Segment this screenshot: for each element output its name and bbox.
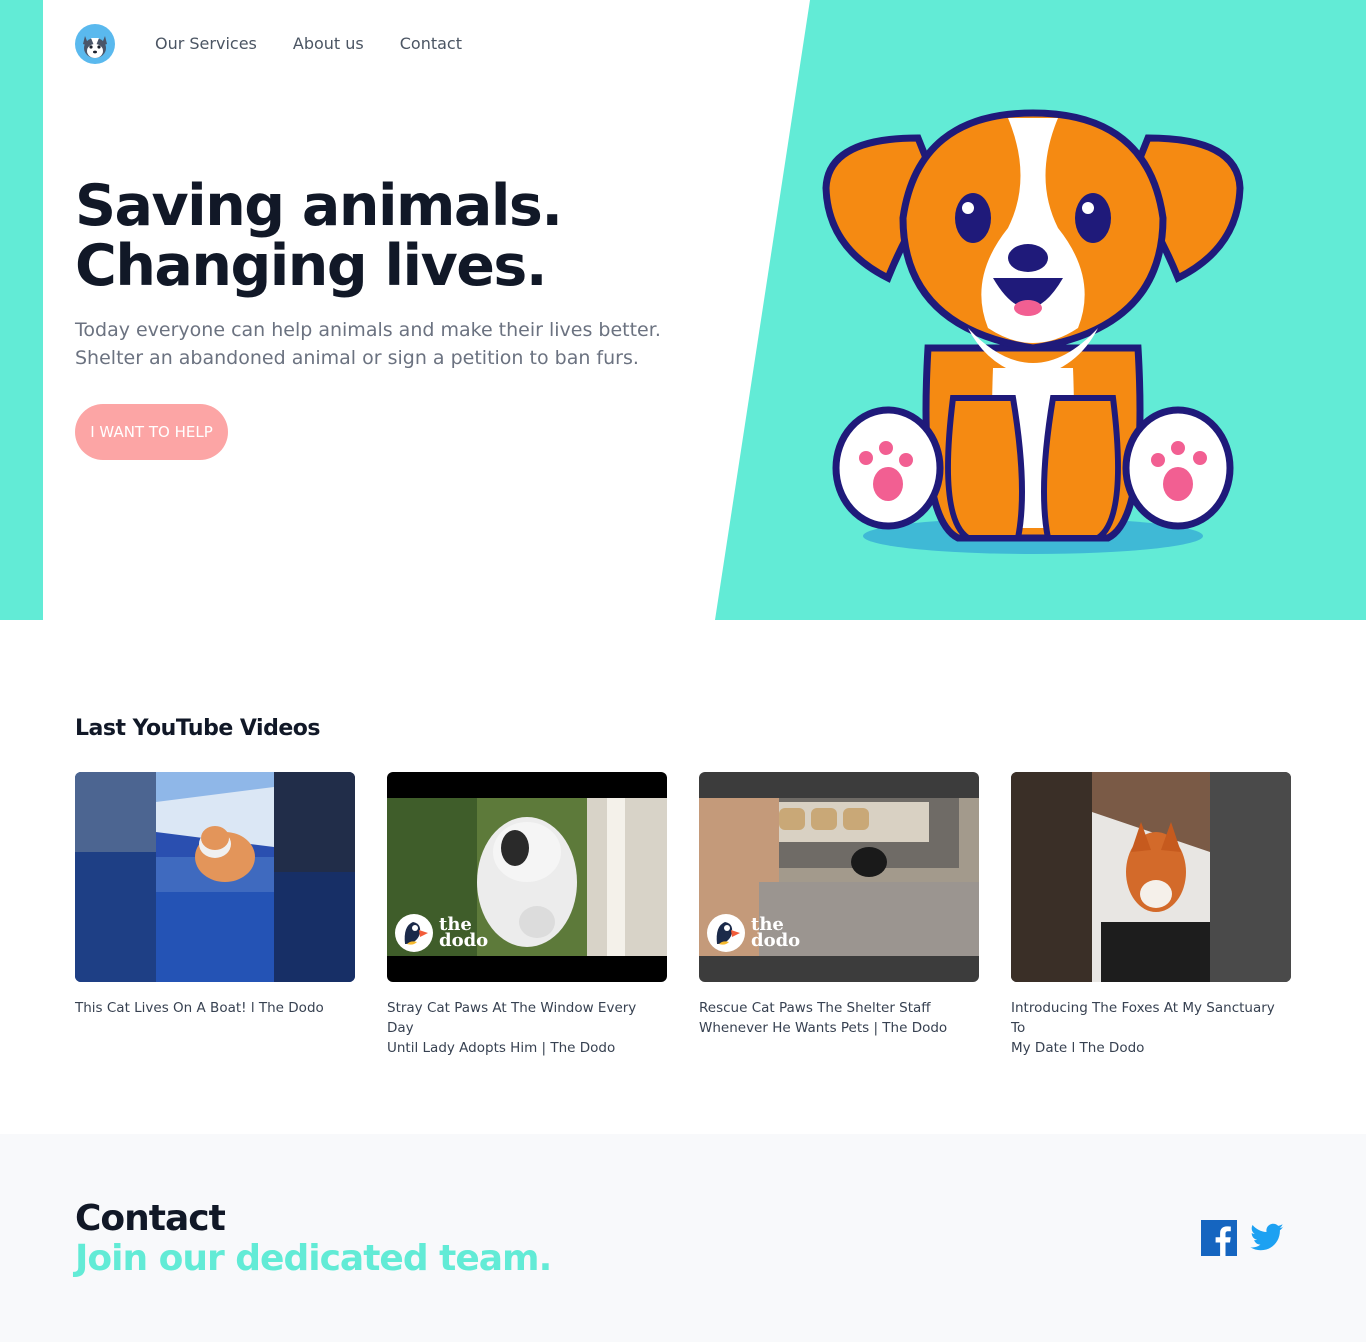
video-title-1[interactable]: This Cat Lives On A Boat! l The Dodo xyxy=(75,998,355,1018)
dodo-wordmark-line-2: dodo xyxy=(439,930,489,951)
shelter-cat-thumbnail[interactable]: the dodo xyxy=(699,772,979,982)
video-card-4[interactable]: Introducing The Foxes At My Sanctuary To… xyxy=(1011,772,1291,1058)
contact-title: Contact xyxy=(75,1198,226,1239)
video-card-1[interactable]: This Cat Lives On A Boat! l The Dodo xyxy=(75,772,355,1018)
cat-at-window-thumbnail[interactable]: the dodo xyxy=(387,772,667,982)
video-title-1-line-1: This Cat Lives On A Boat! l The Dodo xyxy=(75,1000,324,1016)
hero-section: Our Services About us Contact Saving ani… xyxy=(0,0,1366,620)
video-title-2[interactable]: Stray Cat Paws At The Window Every Day U… xyxy=(387,998,667,1058)
husky-logo-icon[interactable] xyxy=(75,24,115,64)
cat-on-boat-thumbnail[interactable] xyxy=(75,772,355,982)
main-nav: Our Services About us Contact xyxy=(75,24,498,64)
hero-title: Saving animals. Changing lives. xyxy=(75,173,563,299)
video-title-4[interactable]: Introducing The Foxes At My Sanctuary To… xyxy=(1011,998,1291,1058)
hero-subtitle-line-2: Shelter an abandoned animal or sign a pe… xyxy=(75,347,639,369)
the-dodo-badge: the dodo xyxy=(395,914,488,952)
nav-links: Our Services About us Contact xyxy=(155,24,498,64)
video-card-2[interactable]: the dodo Stray Cat Paws At The Window Ev… xyxy=(387,772,667,1058)
nav-link-contact[interactable]: Contact xyxy=(400,24,462,64)
hero-title-line-2: Changing lives. xyxy=(75,233,547,299)
contact-section: Contact Join our dedicated team. xyxy=(0,1134,1366,1342)
the-dodo-badge: the dodo xyxy=(707,914,800,952)
hero-left-accent-strip xyxy=(0,0,43,620)
dodo-bird-icon xyxy=(707,914,745,952)
fox-in-snow-thumbnail[interactable] xyxy=(1011,772,1291,982)
i-want-to-help-button[interactable]: I WANT TO HELP xyxy=(75,404,228,460)
dodo-bird-icon xyxy=(395,914,433,952)
video-title-3[interactable]: Rescue Cat Paws The Shelter Staff Whenev… xyxy=(699,998,979,1038)
nav-link-our-services[interactable]: Our Services xyxy=(155,24,257,64)
twitter-icon[interactable] xyxy=(1249,1220,1285,1256)
video-title-4-line-1: Introducing The Foxes At My Sanctuary To xyxy=(1011,1000,1275,1036)
video-title-3-line-2: Whenever He Wants Pets | The Dodo xyxy=(699,1020,948,1036)
cartoon-puppy-illustration xyxy=(822,109,1244,554)
video-title-2-line-2: Until Lady Adopts Him | The Dodo xyxy=(387,1040,616,1056)
videos-heading: Last YouTube Videos xyxy=(75,716,320,741)
video-title-2-line-1: Stray Cat Paws At The Window Every Day xyxy=(387,1000,637,1036)
facebook-icon[interactable] xyxy=(1201,1220,1237,1256)
dodo-wordmark-line-2: dodo xyxy=(751,930,801,951)
video-title-4-line-2: My Date l The Dodo xyxy=(1011,1040,1145,1056)
video-card-3[interactable]: the dodo Rescue Cat Paws The Shelter Sta… xyxy=(699,772,979,1038)
hero-title-line-1: Saving animals. xyxy=(75,173,563,239)
hero-subtitle-line-1: Today everyone can help animals and make… xyxy=(75,319,661,341)
video-title-3-line-1: Rescue Cat Paws The Shelter Staff xyxy=(699,1000,931,1016)
nav-link-about-us[interactable]: About us xyxy=(293,24,364,64)
dodo-wordmark: the dodo xyxy=(439,916,489,951)
hero-subtitle: Today everyone can help animals and make… xyxy=(75,316,675,372)
dodo-wordmark: the dodo xyxy=(751,916,801,951)
contact-subtitle: Join our dedicated team. xyxy=(75,1238,552,1279)
